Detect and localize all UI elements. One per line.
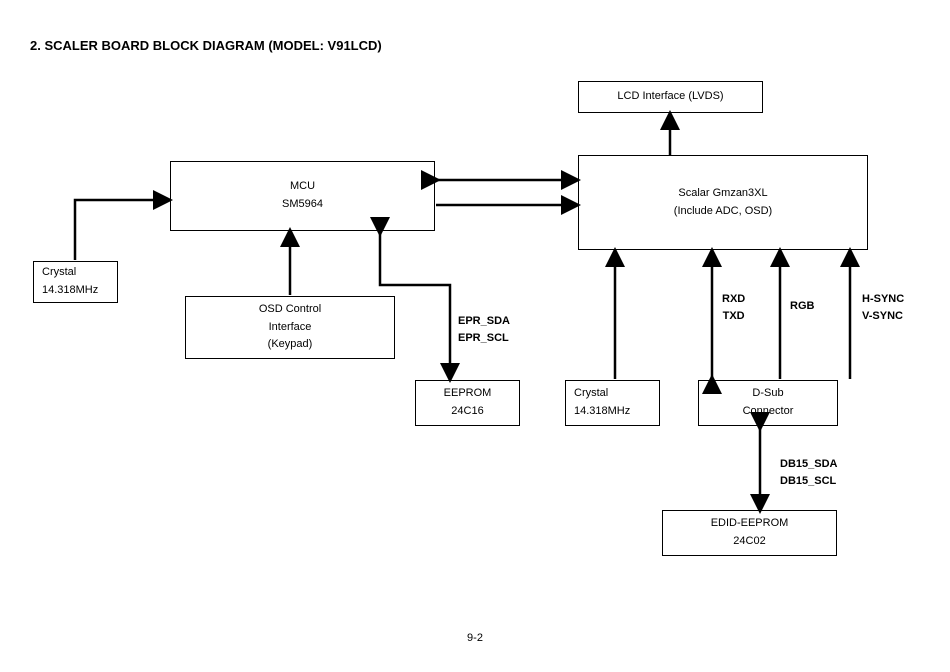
- signal-epr-scl: EPR_SCL: [458, 330, 510, 347]
- block-edid: EDID-EEPROM 24C02: [662, 510, 837, 556]
- block-mcu: MCU SM5964: [170, 161, 435, 231]
- block-mcu-l1: MCU: [290, 178, 315, 196]
- signal-db15-scl: DB15_SCL: [780, 473, 837, 490]
- block-edid-l1: EDID-EEPROM: [711, 515, 789, 533]
- signal-vsync: V-SYNC: [862, 308, 904, 325]
- signal-rgb: RGB: [790, 298, 814, 315]
- block-scalar-l2: (Include ADC, OSD): [674, 203, 772, 221]
- block-eeprom-l2: 24C16: [451, 403, 483, 421]
- block-dsub-l1: D-Sub: [752, 385, 783, 403]
- block-lcd-label: LCD Interface (LVDS): [617, 88, 723, 106]
- block-edid-l2: 24C02: [733, 533, 765, 551]
- block-scalar-l1: Scalar Gmzan3XL: [678, 185, 767, 203]
- block-crystal2-l2: 14.318MHz: [574, 403, 630, 421]
- block-osd: OSD Control Interface (Keypad): [185, 296, 395, 359]
- page-number: 9-2: [0, 632, 950, 644]
- block-eeprom-l1: EEPROM: [444, 385, 492, 403]
- signal-db15-sda: DB15_SDA: [780, 456, 837, 473]
- block-osd-l2: Interface: [269, 319, 312, 337]
- block-osd-l1: OSD Control: [259, 301, 321, 319]
- block-crystal1: Crystal 14.318MHz: [33, 261, 118, 303]
- signal-db15: DB15_SDA DB15_SCL: [780, 456, 837, 489]
- block-crystal1-l1: Crystal: [42, 264, 76, 282]
- signal-hsync: H-SYNC: [862, 291, 904, 308]
- block-crystal2: Crystal 14.318MHz: [565, 380, 660, 426]
- block-mcu-l2: SM5964: [282, 196, 323, 214]
- signal-sync: H-SYNC V-SYNC: [862, 291, 904, 324]
- block-crystal2-l1: Crystal: [574, 385, 608, 403]
- signal-epr-sda: EPR_SDA: [458, 313, 510, 330]
- block-lcd: LCD Interface (LVDS): [578, 81, 763, 113]
- signal-rxd: RXD: [722, 291, 745, 308]
- signal-epr: EPR_SDA EPR_SCL: [458, 313, 510, 346]
- page-title: 2. SCALER BOARD BLOCK DIAGRAM (MODEL: V9…: [30, 38, 382, 53]
- block-eeprom: EEPROM 24C16: [415, 380, 520, 426]
- block-scalar: Scalar Gmzan3XL (Include ADC, OSD): [578, 155, 868, 250]
- signal-txd: TXD: [722, 308, 745, 325]
- signal-rxtx: RXD TXD: [722, 291, 745, 324]
- block-crystal1-l2: 14.318MHz: [42, 282, 98, 300]
- block-dsub-l2: Connector: [743, 403, 794, 421]
- block-osd-l3: (Keypad): [268, 336, 313, 354]
- block-dsub: D-Sub Connector: [698, 380, 838, 426]
